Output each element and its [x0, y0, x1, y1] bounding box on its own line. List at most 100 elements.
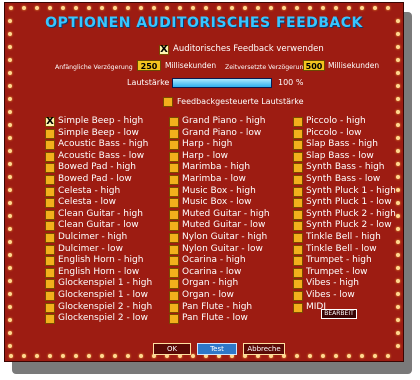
marquee-bulb	[8, 58, 12, 62]
sound-checkbox[interactable]	[293, 175, 303, 185]
marquee-bulb	[396, 110, 400, 114]
sound-label: Music Box - low	[182, 197, 252, 208]
sound-checkbox[interactable]	[169, 117, 179, 127]
sound-checkbox[interactable]	[169, 233, 179, 243]
sound-checkbox[interactable]	[169, 267, 179, 278]
sound-checkbox[interactable]	[293, 267, 303, 278]
sound-label: Organ - high	[182, 278, 239, 289]
sound-checkbox[interactable]	[293, 302, 303, 313]
sound-checkbox[interactable]	[169, 186, 179, 197]
sound-checkbox[interactable]	[45, 198, 55, 209]
marquee-bulb	[8, 162, 12, 166]
cancel-button[interactable]: Abbreche	[243, 343, 285, 355]
marquee-bulb	[74, 6, 78, 10]
sound-checkbox[interactable]	[293, 244, 303, 255]
marquee-bulb	[8, 45, 12, 49]
sound-label: Celesta - high	[58, 185, 121, 196]
sound-label: Vibes - low	[306, 290, 355, 300]
initial-delay-label: Anfängliche Verzögerung	[55, 64, 133, 71]
sound-label: English Horn - high	[58, 255, 144, 266]
marquee-bulb	[9, 6, 13, 10]
sound-checkbox[interactable]	[45, 163, 55, 174]
sound-checkbox[interactable]	[293, 279, 303, 290]
sound-label: Synth Pluck 2 - low	[306, 220, 392, 231]
sound-checkbox[interactable]	[169, 198, 179, 209]
marquee-bulb	[8, 97, 12, 101]
sound-checkbox[interactable]	[293, 140, 303, 151]
initial-delay-field[interactable]: 250	[137, 60, 161, 71]
test-button[interactable]: Test	[197, 343, 237, 355]
sound-checkbox[interactable]	[293, 209, 303, 220]
marquee-bulb	[8, 227, 12, 231]
sound-checkbox[interactable]	[293, 163, 303, 174]
sound-checkbox[interactable]	[45, 151, 55, 162]
sound-checkbox[interactable]	[293, 221, 303, 232]
marquee-bulb	[396, 162, 400, 166]
marquee-bulb	[396, 305, 400, 309]
sound-label: Piccolo - high	[306, 116, 366, 126]
sound-checkbox[interactable]	[293, 233, 303, 243]
sound-label: Grand Piano - low	[182, 127, 262, 138]
sound-checkbox[interactable]	[45, 302, 55, 313]
sound-checkbox[interactable]	[293, 198, 303, 209]
sound-checkbox[interactable]	[45, 233, 55, 243]
sound-label: Trumpet - high	[306, 255, 372, 266]
marquee-bulb	[61, 354, 65, 358]
sound-checkbox[interactable]	[293, 151, 303, 162]
ok-button[interactable]: OK	[153, 343, 191, 355]
sound-checkbox[interactable]	[45, 140, 55, 151]
sound-checkbox[interactable]	[169, 256, 179, 267]
sound-checkbox[interactable]	[169, 151, 179, 162]
sound-checkbox[interactable]	[45, 314, 55, 325]
sound-label: Simple Beep - low	[58, 127, 139, 138]
marquee-bulb	[347, 354, 351, 358]
sound-checkbox[interactable]	[169, 279, 179, 290]
marquee-bulb	[396, 45, 400, 49]
sound-checkbox[interactable]	[45, 267, 55, 278]
sound-checkbox[interactable]	[169, 163, 179, 174]
sound-checkbox[interactable]	[169, 128, 179, 139]
sound-label: Ocarina - low	[182, 266, 242, 277]
sound-checkbox[interactable]	[169, 302, 179, 313]
marquee-bulb	[308, 354, 312, 358]
sound-checkbox[interactable]	[169, 221, 179, 232]
sound-label: Pan Flute - high	[182, 301, 253, 312]
sound-checkbox[interactable]	[45, 221, 55, 232]
marquee-bulb	[8, 253, 12, 257]
sound-checkbox[interactable]	[169, 140, 179, 151]
sound-checkbox[interactable]	[293, 291, 303, 301]
marquee-bulb	[396, 344, 400, 348]
sound-checkbox[interactable]	[169, 244, 179, 255]
marquee-bulb	[396, 123, 400, 127]
sound-label: Harp - low	[182, 150, 229, 161]
sound-checkbox[interactable]	[45, 291, 55, 301]
feedback-options-dialog: OPTIONEN AUDITORISCHES FEEDBACK X Audito…	[4, 2, 404, 362]
sound-checkbox[interactable]	[169, 209, 179, 220]
sound-checkbox[interactable]	[293, 256, 303, 267]
sound-checkbox[interactable]	[293, 128, 303, 139]
sound-checkbox[interactable]	[45, 128, 55, 139]
sound-checkbox[interactable]	[45, 175, 55, 185]
sound-checkbox[interactable]	[293, 186, 303, 197]
sound-checkbox[interactable]	[293, 117, 303, 127]
sound-checkbox[interactable]	[45, 279, 55, 290]
sound-checkbox[interactable]	[169, 314, 179, 325]
sound-checkbox[interactable]	[45, 244, 55, 255]
sound-checkbox[interactable]	[45, 209, 55, 220]
sound-checkbox[interactable]: X	[45, 117, 55, 127]
use-feedback-checkbox[interactable]: X	[159, 45, 169, 55]
sound-label: Acoustic Bass - high	[58, 139, 149, 150]
staggered-delay-field[interactable]: 500	[303, 60, 325, 71]
sound-checkbox[interactable]	[45, 256, 55, 267]
feedback-volume-checkbox[interactable]	[163, 97, 173, 107]
marquee-bulb	[396, 84, 400, 88]
midi-edit-button[interactable]: BEARBEIT	[321, 309, 357, 319]
sound-checkbox[interactable]	[45, 186, 55, 197]
marquee-bulb	[396, 318, 400, 322]
sound-checkbox[interactable]	[169, 175, 179, 185]
volume-slider[interactable]	[172, 78, 272, 88]
marquee-bulb	[396, 97, 400, 101]
sound-checkbox[interactable]	[169, 291, 179, 301]
marquee-bulb	[386, 354, 390, 358]
sound-label: Slap Bass - high	[306, 139, 378, 150]
